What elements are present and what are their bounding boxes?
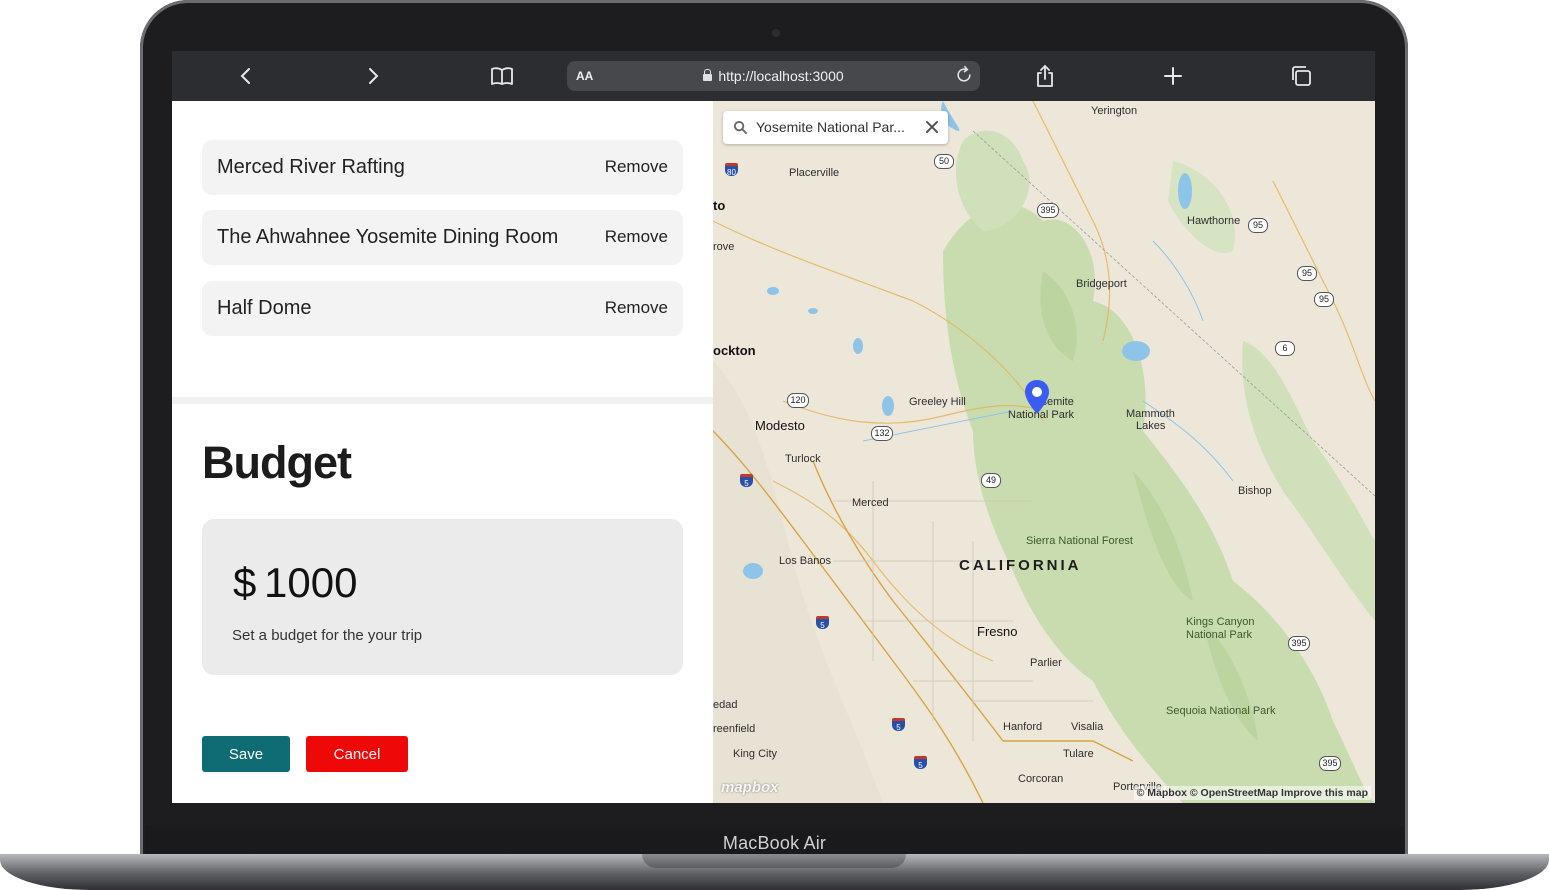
activity-name: Half Dome: [217, 297, 312, 319]
url-text: http://localhost:3000: [718, 68, 844, 84]
map-label-city: Modesto: [755, 418, 805, 433]
map-label-city: to: [713, 198, 726, 213]
close-icon[interactable]: [924, 119, 940, 135]
map-label-city: Mammoth: [1126, 408, 1175, 420]
tabs-overview-icon[interactable]: [1289, 64, 1313, 88]
mapbox-logo[interactable]: mapbox: [721, 779, 779, 796]
map-search-box[interactable]: Yosemite National Par...: [723, 111, 948, 144]
location-pin-icon[interactable]: [1024, 379, 1050, 415]
map-view[interactable]: Yerington Placerville Hawthorne Bridgepo…: [713, 101, 1375, 803]
browser-toolbar: AA http://localhost:3000: [172, 51, 1375, 101]
map-search-input[interactable]: Yosemite National Par...: [756, 119, 916, 135]
device-label: MacBook Air: [722, 833, 827, 853]
cancel-button[interactable]: Cancel: [306, 736, 408, 772]
interstate-shield: 5: [740, 474, 753, 488]
interstate-shield: 5: [914, 756, 927, 770]
map-label-city: rove: [713, 241, 735, 253]
us-route-shield: 95: [1248, 218, 1268, 233]
state-route-shield: 132: [871, 426, 893, 441]
activity-name: The Ahwahnee Yosemite Dining Room: [217, 226, 559, 248]
section-divider: [172, 397, 713, 404]
map-label-state: CALIFORNIA: [959, 557, 1082, 574]
map-label-city: Lakes: [1136, 420, 1166, 432]
list-item: Merced River Rafting Remove: [202, 140, 683, 195]
map-label-park: National Park: [1186, 629, 1253, 641]
map-label-city: reenfield: [713, 723, 756, 735]
search-icon: [733, 120, 748, 135]
interstate-shield: 5: [816, 616, 829, 630]
map-label-city: Yerington: [1091, 105, 1138, 117]
map-attribution[interactable]: © Mapbox © OpenStreetMap Improve this ma…: [1133, 786, 1371, 800]
us-route-shield: 6: [1275, 341, 1295, 356]
camera-icon: [772, 29, 780, 37]
map-label-city: King City: [733, 748, 778, 760]
map-label-city: Turlock: [785, 453, 821, 465]
map-label-city: edad: [713, 699, 738, 711]
budget-amount-input[interactable]: 1000: [264, 559, 357, 607]
budget-help-text: Set a budget for the your trip: [232, 627, 423, 644]
state-route-shield: 49: [981, 473, 1001, 488]
new-tab-icon[interactable]: [1161, 64, 1185, 88]
lock-icon: [703, 69, 713, 81]
map-label-city: Los Banos: [779, 555, 831, 567]
map-label-park: Sequoia National Park: [1166, 705, 1276, 717]
list-item: Half Dome Remove: [202, 281, 683, 336]
budget-heading: Budget: [202, 437, 352, 488]
share-icon[interactable]: [1033, 64, 1057, 88]
remove-button[interactable]: Remove: [605, 298, 668, 318]
map-label-city: Merced: [852, 497, 889, 509]
map-label-city: Parlier: [1030, 657, 1062, 669]
us-route-shield: 95: [1314, 292, 1334, 307]
back-icon[interactable]: [234, 64, 258, 88]
map-label-city: Hawthorne: [1187, 215, 1241, 227]
map-label-city: Bridgeport: [1076, 278, 1127, 290]
map-label-park: Kings Canyon: [1186, 616, 1255, 628]
address-bar[interactable]: AA http://localhost:3000: [567, 61, 980, 91]
currency-symbol: $: [233, 559, 257, 606]
map-label-city: ockton: [713, 343, 756, 358]
us-route-shield: 395: [1319, 756, 1341, 771]
us-route-shield: 50: [934, 154, 954, 169]
save-button[interactable]: Save: [202, 736, 290, 772]
map-label-city: Fresno: [977, 624, 1018, 639]
activity-name: Merced River Rafting: [217, 156, 405, 178]
map-label-city: Corcoran: [1018, 773, 1064, 785]
us-route-shield: 95: [1297, 266, 1317, 281]
reload-icon[interactable]: [954, 65, 974, 85]
laptop-notch: [642, 854, 906, 868]
us-route-shield: 395: [1037, 203, 1059, 218]
budget-card[interactable]: $ 1000 Set a budget for the your trip: [202, 519, 683, 675]
map-label-city: Greeley Hill: [909, 396, 966, 408]
bookmarks-icon[interactable]: [490, 64, 514, 88]
us-route-shield: 395: [1288, 636, 1310, 651]
map-label-city: Tulare: [1063, 748, 1094, 760]
browser-window: AA http://localhost:3000 Merced River Ra…: [172, 51, 1375, 803]
map-label-forest: Sierra National Forest: [1026, 535, 1133, 547]
remove-button[interactable]: Remove: [605, 157, 668, 177]
interstate-shield: 80: [725, 163, 738, 177]
state-route-shield: 120: [787, 393, 809, 408]
map-label-city: Hanford: [1003, 721, 1043, 733]
forward-icon[interactable]: [361, 64, 385, 88]
remove-button[interactable]: Remove: [605, 227, 668, 247]
map-label-city: Placerville: [789, 167, 840, 179]
list-item: The Ahwahnee Yosemite Dining Room Remove: [202, 210, 683, 265]
map-label-city: Visalia: [1071, 721, 1104, 733]
map-label-city: Bishop: [1238, 485, 1272, 497]
trip-panel: Merced River Rafting Remove The Ahwahnee…: [172, 101, 713, 803]
interstate-shield: 5: [892, 718, 905, 732]
